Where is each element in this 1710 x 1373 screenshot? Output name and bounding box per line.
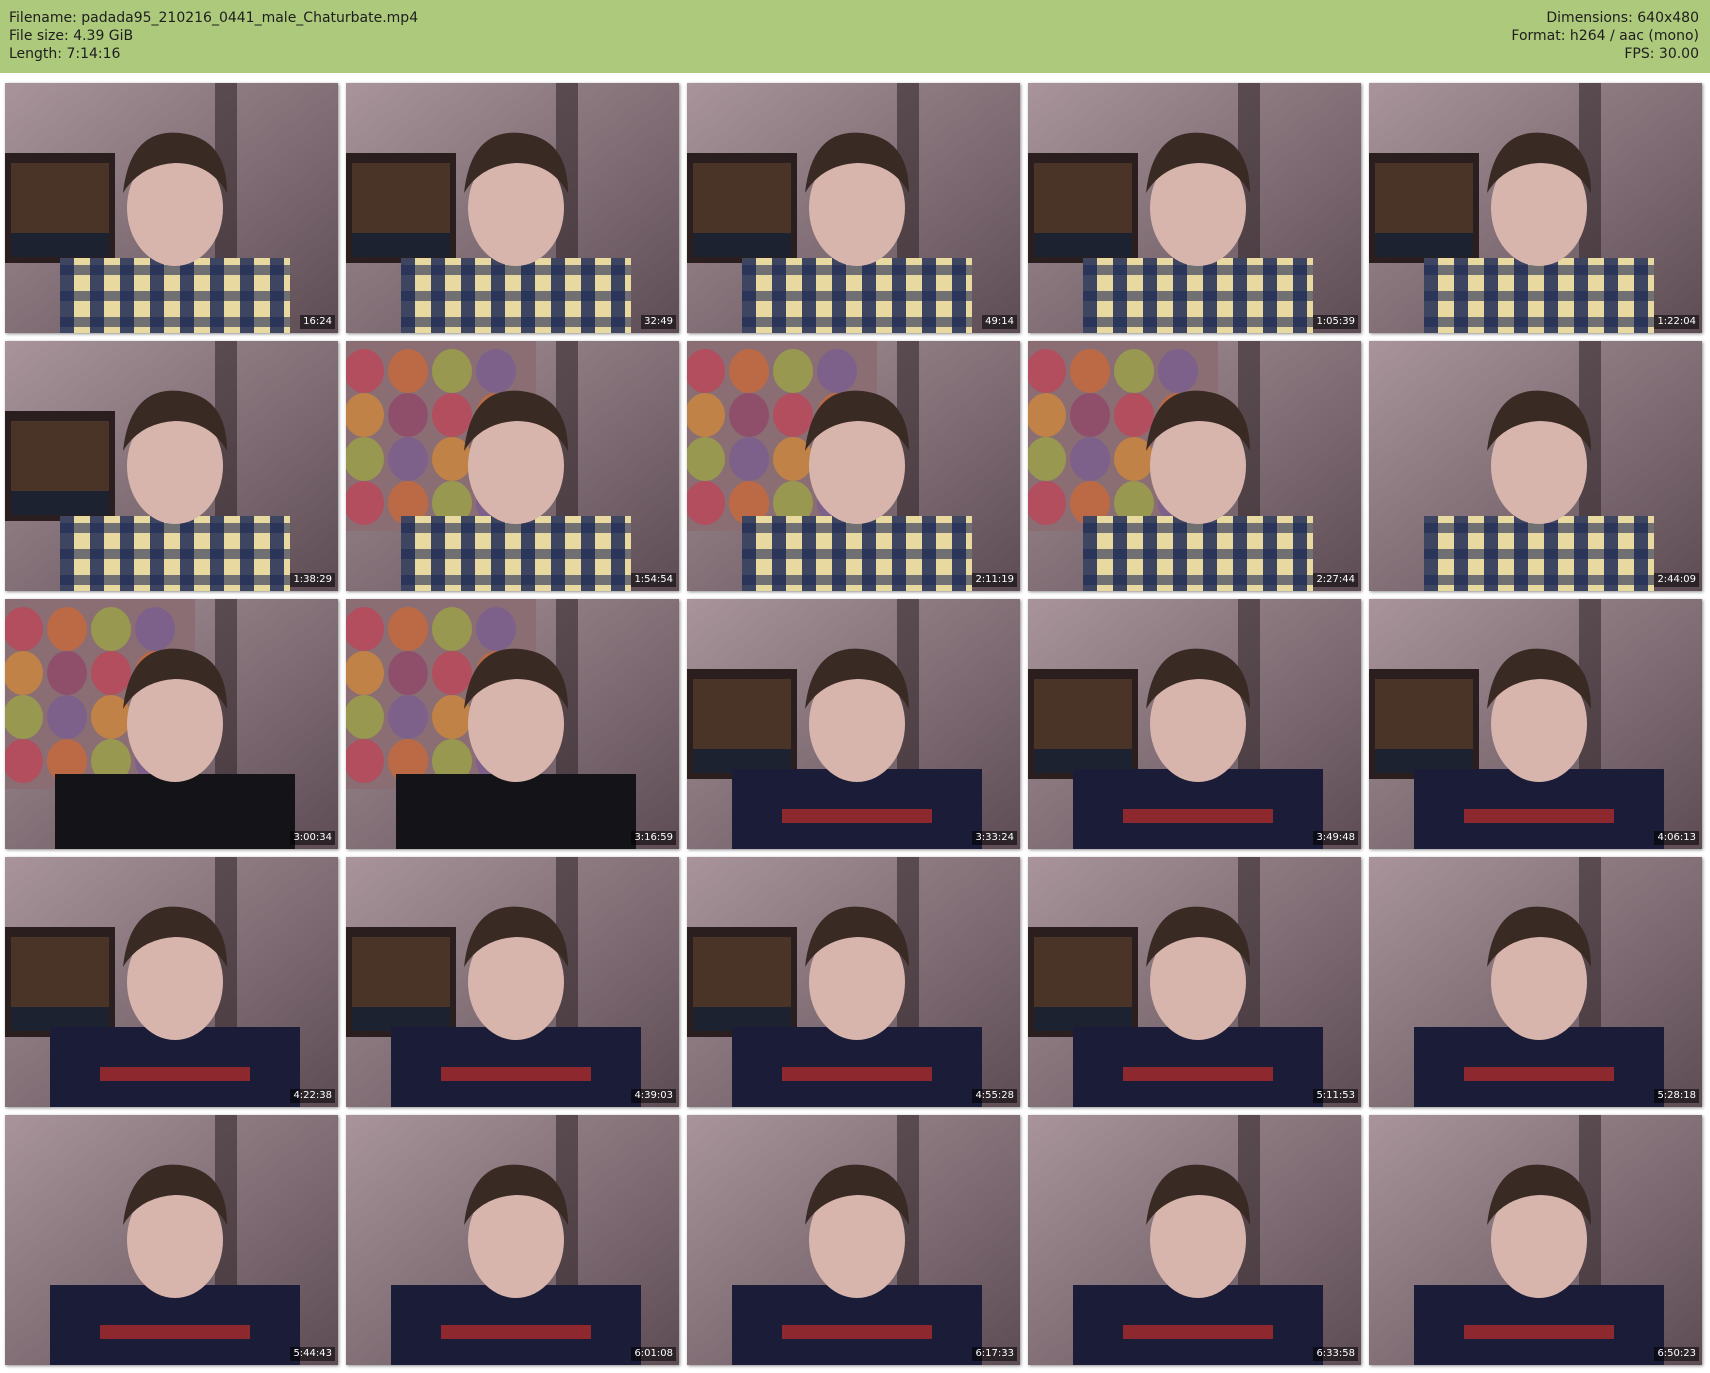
timestamp-label: 6:50:23 — [1654, 1347, 1699, 1361]
video-frame — [5, 857, 338, 1107]
timestamp-label: 1:38:29 — [290, 573, 335, 587]
video-frame — [687, 1115, 1020, 1365]
thumbnail[interactable]: 3:00:34 — [5, 599, 338, 849]
file-info: Filename: padada95_210216_0441_male_Chat… — [9, 9, 418, 63]
video-frame — [346, 83, 679, 333]
video-frame — [687, 341, 1020, 591]
thumbnail[interactable]: 6:17:33 — [687, 1115, 1020, 1365]
thumbnail[interactable]: 3:49:48 — [1028, 599, 1361, 849]
video-frame — [5, 341, 338, 591]
timestamp-label: 3:16:59 — [631, 831, 676, 845]
video-frame — [346, 599, 679, 849]
video-frame — [1028, 599, 1361, 849]
thumbnail[interactable]: 2:44:09 — [1369, 341, 1702, 591]
timestamp-label: 3:00:34 — [290, 831, 335, 845]
video-frame — [5, 83, 338, 333]
thumbnail[interactable]: 4:22:38 — [5, 857, 338, 1107]
thumbnail[interactable]: 5:44:43 — [5, 1115, 338, 1365]
timestamp-label: 5:44:43 — [290, 1347, 335, 1361]
timestamp-label: 5:28:18 — [1654, 1089, 1699, 1103]
thumbnail[interactable]: 4:55:28 — [687, 857, 1020, 1107]
video-frame — [1028, 857, 1361, 1107]
file-size-text: File size: 4.39 GiB — [9, 28, 134, 44]
fps-text: FPS: 30.00 — [1624, 46, 1699, 62]
thumbnail[interactable]: 2:11:19 — [687, 341, 1020, 591]
video-frame — [1369, 341, 1702, 591]
video-frame — [687, 857, 1020, 1107]
thumbnail[interactable]: 2:27:44 — [1028, 341, 1361, 591]
thumbnail[interactable]: 1:38:29 — [5, 341, 338, 591]
video-frame — [1028, 83, 1361, 333]
thumbnail[interactable]: 1:05:39 — [1028, 83, 1361, 333]
video-frame — [1369, 599, 1702, 849]
timestamp-label: 49:14 — [982, 315, 1017, 329]
video-frame — [1369, 83, 1702, 333]
thumbnail[interactable]: 6:33:58 — [1028, 1115, 1361, 1365]
thumbnail[interactable]: 5:11:53 — [1028, 857, 1361, 1107]
video-frame — [687, 599, 1020, 849]
timestamp-label: 2:44:09 — [1654, 573, 1699, 587]
thumbnail[interactable]: 1:22:04 — [1369, 83, 1702, 333]
timestamp-label: 1:22:04 — [1654, 315, 1699, 329]
thumbnail[interactable]: 16:24 — [5, 83, 338, 333]
video-frame — [1369, 1115, 1702, 1365]
timestamp-label: 5:11:53 — [1313, 1089, 1358, 1103]
video-frame — [1369, 857, 1702, 1107]
thumbnail[interactable]: 3:16:59 — [346, 599, 679, 849]
video-frame — [346, 1115, 679, 1365]
thumbnail[interactable]: 32:49 — [346, 83, 679, 333]
thumbnail[interactable]: 3:33:24 — [687, 599, 1020, 849]
video-frame — [5, 599, 338, 849]
video-frame — [5, 1115, 338, 1365]
thumbnail[interactable]: 6:50:23 — [1369, 1115, 1702, 1365]
video-frame — [346, 857, 679, 1107]
video-frame — [687, 83, 1020, 333]
thumbnail[interactable]: 4:06:13 — [1369, 599, 1702, 849]
thumbnail[interactable]: 4:39:03 — [346, 857, 679, 1107]
format-text: Format: h264 / aac (mono) — [1511, 28, 1699, 44]
thumbnail[interactable]: 6:01:08 — [346, 1115, 679, 1365]
video-frame — [1028, 1115, 1361, 1365]
timestamp-label: 32:49 — [641, 315, 676, 329]
filename-text: Filename: padada95_210216_0441_male_Chat… — [9, 10, 419, 26]
video-frame — [346, 341, 679, 591]
timestamp-label: 2:11:19 — [972, 573, 1017, 587]
video-frame — [1028, 341, 1361, 591]
thumbnail[interactable]: 5:28:18 — [1369, 857, 1702, 1107]
timestamp-label: 6:33:58 — [1313, 1347, 1358, 1361]
timestamp-label: 6:17:33 — [972, 1347, 1017, 1361]
dimensions-text: Dimensions: 640x480 — [1546, 10, 1699, 26]
timestamp-label: 4:06:13 — [1654, 831, 1699, 845]
timestamp-label: 16:24 — [300, 315, 335, 329]
thumbnail-grid: 16:24 32:49 49:14 1:05:39 1:22:04 1:38:29 1:54… — [0, 73, 1710, 1373]
timestamp-label: 2:27:44 — [1313, 573, 1358, 587]
timestamp-label: 1:05:39 — [1313, 315, 1358, 329]
timestamp-label: 4:22:38 — [290, 1089, 335, 1103]
info-header: Filename: padada95_210216_0441_male_Chat… — [0, 0, 1710, 73]
timestamp-label: 4:55:28 — [972, 1089, 1017, 1103]
stream-info: Dimensions: 640x480 Format: h264 / aac (… — [1511, 9, 1699, 63]
thumbnail[interactable]: 49:14 — [687, 83, 1020, 333]
length-text: Length: 7:14:16 — [9, 46, 121, 62]
timestamp-label: 6:01:08 — [631, 1347, 676, 1361]
timestamp-label: 3:49:48 — [1313, 831, 1358, 845]
timestamp-label: 3:33:24 — [972, 831, 1017, 845]
timestamp-label: 1:54:54 — [631, 573, 676, 587]
timestamp-label: 4:39:03 — [631, 1089, 676, 1103]
thumbnail[interactable]: 1:54:54 — [346, 341, 679, 591]
